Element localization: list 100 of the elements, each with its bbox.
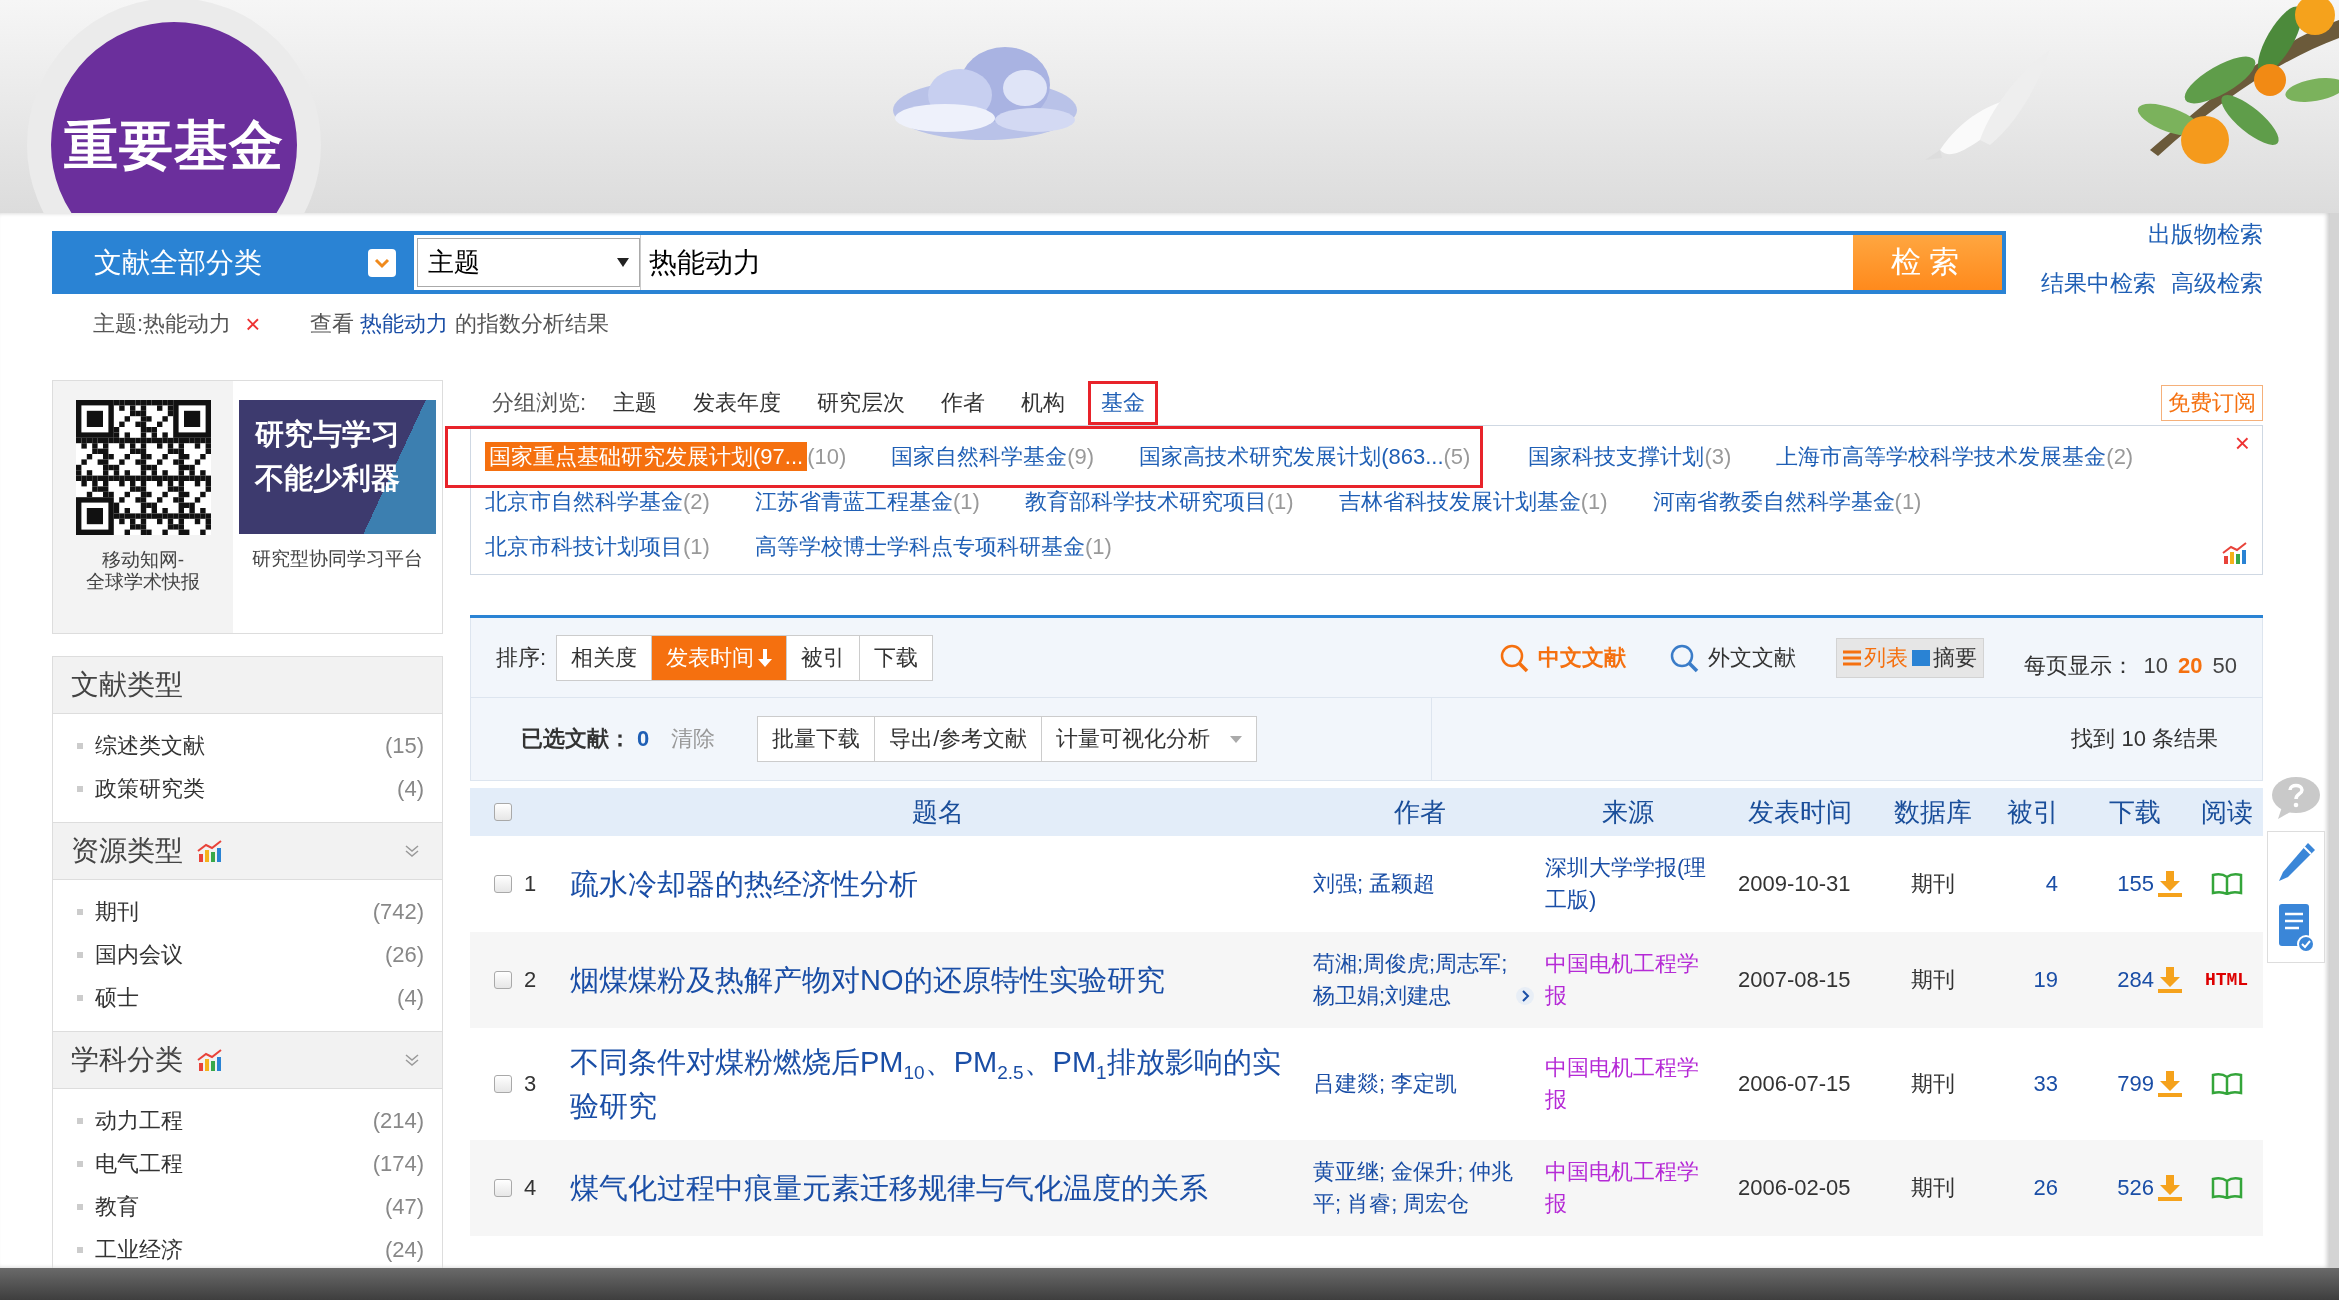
fund-link[interactable]: 教育部科学技术研究项目(1) xyxy=(1024,486,1294,517)
group-tab[interactable]: 主题 xyxy=(600,380,671,425)
language-tab[interactable]: 外文文献 xyxy=(1667,641,1796,674)
help-bubble-icon[interactable] xyxy=(2270,775,2322,821)
filter-link[interactable]: 政策研究类 xyxy=(95,773,205,804)
close-button[interactable]: × xyxy=(2234,428,2250,459)
advanced-search-link[interactable]: 结果中检索 xyxy=(2041,268,2156,299)
fund-link[interactable]: 上海市高等学校科学技术发展基金(2) xyxy=(1776,441,2134,472)
download-icon[interactable] xyxy=(2158,871,2182,897)
item-count: (214) xyxy=(372,1107,424,1134)
book-icon[interactable] xyxy=(2210,1073,2243,1095)
item-count: (174) xyxy=(372,1150,424,1177)
download-icon[interactable] xyxy=(2158,1175,2182,1201)
promo-caption: 研究型协同学习平台 xyxy=(252,548,423,570)
filter-link[interactable]: 硕士 xyxy=(95,982,139,1013)
view-toggle[interactable]: 摘要 xyxy=(1911,642,1977,673)
item-count: (742) xyxy=(372,898,424,925)
title-link[interactable]: 疏水冷却器的热经济性分析 xyxy=(570,862,1305,906)
page-size-link[interactable]: 50 xyxy=(2212,652,2237,679)
sort-button[interactable]: 下载 xyxy=(860,635,933,680)
fund-link[interactable]: 河南省教委自然科学基金(1) xyxy=(1652,486,1922,517)
group-tab[interactable]: 研究层次 xyxy=(804,380,919,425)
title-link[interactable]: 烟煤煤粉及热解产物对NO的还原特性实验研究 xyxy=(570,958,1305,1002)
fund-link[interactable]: 北京市自然科学基金(2) xyxy=(485,486,710,517)
row-number: 4 xyxy=(524,1175,537,1201)
title-link[interactable]: 不同条件对煤粉燃烧后PM$_{10}$、PM$_{2.5}$、PM$_{1}$排放影响的实验研究 xyxy=(570,1040,1305,1128)
section-title: 文献类型 xyxy=(71,668,183,702)
bullet-icon xyxy=(77,1160,83,1167)
column-header: 来源 xyxy=(1600,795,1655,829)
checkbox[interactable] xyxy=(494,875,512,893)
download-count: 284 xyxy=(2117,967,2154,993)
source-link[interactable]: 中国电机工程学报 xyxy=(1535,1156,1713,1220)
fund-link[interactable]: 国家高技术研究发展计划(863...(5) xyxy=(1139,441,1471,472)
download-icon[interactable] xyxy=(2158,1071,2182,1097)
checkbox[interactable] xyxy=(494,1075,512,1093)
author-list: 黄亚继; 金保升; 仲兆平; 肖睿; 周宏仓 xyxy=(1313,1156,1518,1220)
action-button[interactable]: 导出/参考文献 xyxy=(875,717,1043,761)
fund-link[interactable]: 国家自然科学基金(9) xyxy=(891,441,1095,472)
section-title: 资源类型 xyxy=(71,834,183,868)
row-number: 3 xyxy=(524,1071,537,1097)
source-link[interactable]: 深圳大学学报(理工版) xyxy=(1535,852,1713,916)
bullet-icon xyxy=(77,1246,83,1253)
filter-link[interactable]: 动力工程 xyxy=(95,1105,183,1136)
column-header: 下载 xyxy=(2108,795,2162,829)
collapse-icon[interactable] xyxy=(404,1053,420,1067)
book-icon[interactable] xyxy=(2210,1177,2243,1199)
keyword-link[interactable]: 热能动力 xyxy=(360,311,449,336)
group-tab[interactable]: 机构 xyxy=(1008,380,1079,425)
advanced-search-link[interactable]: 高级检索 xyxy=(2171,268,2263,299)
column-header: 题名 xyxy=(910,795,965,829)
title-badge: 重要基金 xyxy=(27,0,321,213)
column-header: 阅读 xyxy=(2199,795,2254,829)
fund-link[interactable]: 吉林省科技发展计划基金(1) xyxy=(1338,486,1608,517)
fund-link[interactable]: 北京市科技计划项目(1) xyxy=(485,531,710,562)
book-icon[interactable] xyxy=(2210,873,2243,895)
checkbox[interactable] xyxy=(494,803,512,821)
group-tab[interactable]: 发表年度 xyxy=(680,380,795,425)
search-bar[interactable]: 主题 热能动力 检索 xyxy=(410,231,2006,294)
section-title: 学科分类 xyxy=(71,1043,183,1077)
action-button[interactable]: 计量可视化分析 xyxy=(1042,717,1257,761)
filter-link[interactable]: 综述类文献 xyxy=(95,730,205,761)
group-tab[interactable]: 基金 xyxy=(1088,380,1159,425)
notes-icon[interactable] xyxy=(2276,902,2316,954)
page-size-link[interactable]: 10 xyxy=(2143,652,2169,679)
download-icon[interactable] xyxy=(2158,967,2182,993)
author-list: 苟湘;周俊虎;周志军;杨卫娟;刘建忠 xyxy=(1313,948,1513,1012)
collapse-icon[interactable] xyxy=(404,844,420,858)
remove-button[interactable]: × xyxy=(245,308,261,340)
expand-icon[interactable] xyxy=(1515,986,1535,1006)
source-link[interactable]: 中国电机工程学报 xyxy=(1535,948,1713,1012)
filter-link[interactable]: 国内会议 xyxy=(95,939,183,970)
publication-search-link[interactable]: 出版物检索 xyxy=(2148,221,2263,247)
selected-label: 已选文献： xyxy=(521,725,631,753)
bullet-icon xyxy=(77,908,83,915)
promo-banner[interactable]: 研究与学习 不能少利器 xyxy=(239,400,436,534)
item-count: (15) xyxy=(384,732,424,759)
filter-link[interactable]: 期刊 xyxy=(95,896,139,927)
sort-button[interactable]: 被引 xyxy=(787,635,861,680)
cited-count: 33 xyxy=(2032,1071,2059,1097)
row-number: 1 xyxy=(524,871,537,897)
group-tab[interactable]: 作者 xyxy=(928,380,999,425)
fund-link[interactable]: 高等学校博士学科点专项科研基金(1) xyxy=(754,531,1112,562)
title-link[interactable]: 煤气化过程中痕量元素迁移规律与气化温度的关系 xyxy=(570,1166,1305,1210)
filter-link[interactable]: 工业经济 xyxy=(95,1234,183,1265)
category-dropdown[interactable]: 文献全部分类 xyxy=(52,231,410,294)
fund-link[interactable]: 国家科技支撑计划(3) xyxy=(1528,441,1732,472)
filter-link[interactable]: 教育 xyxy=(95,1191,139,1222)
checkbox[interactable] xyxy=(494,1179,512,1197)
down-arrow-icon xyxy=(758,648,773,667)
fund-link[interactable]: 江苏省青蓝工程基金(1) xyxy=(754,486,980,517)
item-count: (47) xyxy=(384,1193,424,1220)
field-select[interactable]: 主题 xyxy=(417,238,640,287)
html-link[interactable]: HTML xyxy=(2204,970,2249,990)
date-cell-text: 2007-08-15 xyxy=(1737,967,1852,993)
source-link[interactable]: 中国电机工程学报 xyxy=(1535,1052,1713,1116)
filter-link[interactable]: 电气工程 xyxy=(95,1148,183,1179)
selected-count: 0 xyxy=(637,726,650,752)
square-icon xyxy=(1911,649,1930,666)
action-button[interactable]: 批量下载 xyxy=(758,717,876,761)
checkbox[interactable] xyxy=(494,971,512,989)
